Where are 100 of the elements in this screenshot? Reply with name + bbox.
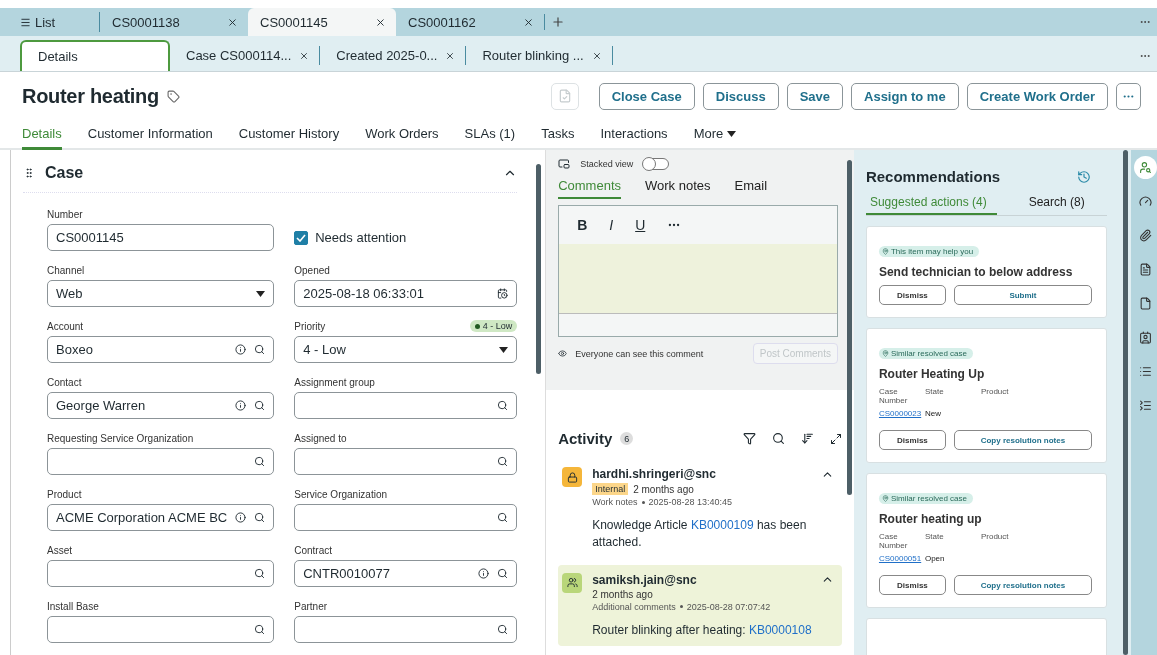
popout-icon[interactable]	[558, 158, 571, 170]
scrollbar[interactable]	[536, 164, 542, 374]
more-button[interactable]	[1116, 82, 1141, 110]
search-icon[interactable]	[254, 344, 266, 355]
input-field[interactable]	[294, 616, 518, 643]
action-button[interactable]: Save	[786, 82, 843, 110]
info-icon[interactable]	[478, 568, 490, 579]
search-icon[interactable]	[497, 400, 509, 411]
submit-button[interactable]: Submit	[953, 285, 1092, 305]
toggle-label: Stacked view	[580, 159, 634, 169]
comment-field[interactable]	[559, 244, 837, 314]
info-icon[interactable]	[235, 400, 247, 411]
more-menu[interactable]: More	[693, 120, 737, 150]
search-icon[interactable]	[254, 568, 266, 579]
subtab[interactable]: Router blinking ...	[466, 46, 613, 65]
tab[interactable]: CS0001145	[248, 8, 396, 36]
close-icon[interactable]	[299, 50, 310, 61]
close-icon[interactable]	[227, 16, 238, 28]
dismiss-button[interactable]: Dismiss	[878, 430, 946, 450]
section-title: Case	[45, 164, 84, 182]
dismiss-button[interactable]: Dismiss	[878, 285, 946, 305]
input-field[interactable]	[47, 560, 275, 587]
tab[interactable]: CS0001162	[396, 8, 544, 36]
checkbox[interactable]	[294, 230, 309, 245]
select-field[interactable]: 4 - Low	[294, 336, 518, 363]
toggle[interactable]	[643, 158, 670, 170]
input-field[interactable]: CS0001145	[47, 224, 275, 251]
input-field[interactable]: George Warren	[47, 392, 275, 419]
bold-button[interactable]: B	[577, 217, 588, 233]
card-title: Router Heating Up	[878, 367, 986, 381]
tab[interactable]: CS0001138	[100, 8, 248, 36]
tab[interactable]: Work Orders	[365, 120, 439, 150]
search-icon[interactable]	[497, 512, 509, 523]
search-icon[interactable]	[254, 400, 266, 411]
input-field[interactable]: Boxeo	[47, 336, 275, 363]
tab[interactable]: Suggested actions (4)	[865, 195, 997, 215]
subtab[interactable]: Created 2025-0...	[320, 46, 467, 65]
input-field[interactable]	[294, 392, 518, 419]
expand-icon[interactable]	[829, 432, 842, 445]
tab[interactable]: Email	[734, 170, 768, 199]
tab[interactable]: SLAs (1)	[464, 120, 516, 150]
scrollbar[interactable]	[846, 160, 852, 495]
action-button[interactable]: Create Work Order	[966, 82, 1108, 110]
action-button[interactable]: Discuss	[702, 82, 779, 110]
article-link[interactable]: KB0000108	[748, 622, 812, 637]
input-field[interactable]	[47, 616, 275, 643]
input-field[interactable]: CNTR0010077	[294, 560, 518, 587]
tab[interactable]: Interactions	[600, 120, 668, 150]
tab[interactable]: Search (8)	[1024, 195, 1095, 215]
close-icon[interactable]	[591, 50, 602, 61]
search-icon[interactable]	[254, 624, 266, 635]
drag-handle-icon[interactable]	[23, 167, 35, 179]
underline-button[interactable]: U	[635, 217, 646, 233]
article-link[interactable]: KB0000109	[690, 518, 754, 532]
case-link[interactable]: CS0000023	[878, 409, 925, 418]
select-field[interactable]: Web	[47, 280, 275, 307]
tag-icon[interactable]	[166, 89, 180, 103]
search-icon[interactable]	[497, 624, 509, 635]
search-icon[interactable]	[254, 456, 266, 467]
input-field[interactable]: 2025-08-18 06:33:01	[294, 280, 518, 307]
subtab[interactable]: Details	[20, 40, 170, 71]
dismiss-button[interactable]: Dismiss	[878, 575, 946, 595]
search-icon[interactable]	[254, 512, 266, 523]
copy-notes-button[interactable]: Copy resolution notes	[953, 575, 1092, 595]
count-badge: 6	[620, 432, 634, 445]
info-icon[interactable]	[235, 512, 247, 523]
close-icon[interactable]	[523, 16, 534, 28]
close-icon[interactable]	[445, 50, 456, 61]
calendar-icon[interactable]	[497, 288, 509, 299]
tab[interactable]: Tasks	[541, 120, 575, 150]
action-button[interactable]: Close Case	[598, 82, 695, 110]
copy-notes-button[interactable]: Copy resolution notes	[953, 430, 1092, 450]
search-icon[interactable]	[497, 568, 509, 579]
document-icon	[557, 89, 572, 103]
input-field[interactable]: ACME Corporation ACME BC	[47, 504, 275, 531]
search-icon[interactable]	[497, 456, 509, 467]
search-icon[interactable]	[771, 432, 785, 445]
italic-button[interactable]: I	[609, 217, 614, 233]
input-field[interactable]	[294, 448, 518, 475]
history-icon[interactable]	[1077, 169, 1091, 184]
tab[interactable]: Work notes	[645, 170, 711, 199]
priority-badge: 4 - Low	[469, 320, 518, 332]
sidebar-icon[interactable]	[1134, 156, 1157, 179]
field-label: Service Organization	[294, 489, 388, 500]
tab[interactable]: Comments	[558, 170, 621, 199]
info-icon[interactable]	[235, 344, 247, 355]
tab[interactable]: List	[8, 12, 100, 32]
tab[interactable]: Customer History	[238, 120, 340, 150]
scrollbar[interactable]	[1123, 150, 1128, 655]
tab[interactable]: Details	[22, 120, 62, 150]
subtab[interactable]: Case CS000114...	[170, 46, 321, 65]
input-field[interactable]	[294, 504, 518, 531]
sort-icon[interactable]	[800, 432, 814, 445]
close-icon[interactable]	[375, 16, 386, 28]
tab[interactable]: Customer Information	[87, 120, 213, 150]
field-label: Assigned to	[294, 433, 347, 444]
filter-icon[interactable]	[742, 432, 756, 445]
action-button[interactable]: Assign to me	[851, 82, 959, 110]
input-field[interactable]	[47, 448, 275, 475]
case-link[interactable]: CS0000051	[878, 554, 925, 563]
